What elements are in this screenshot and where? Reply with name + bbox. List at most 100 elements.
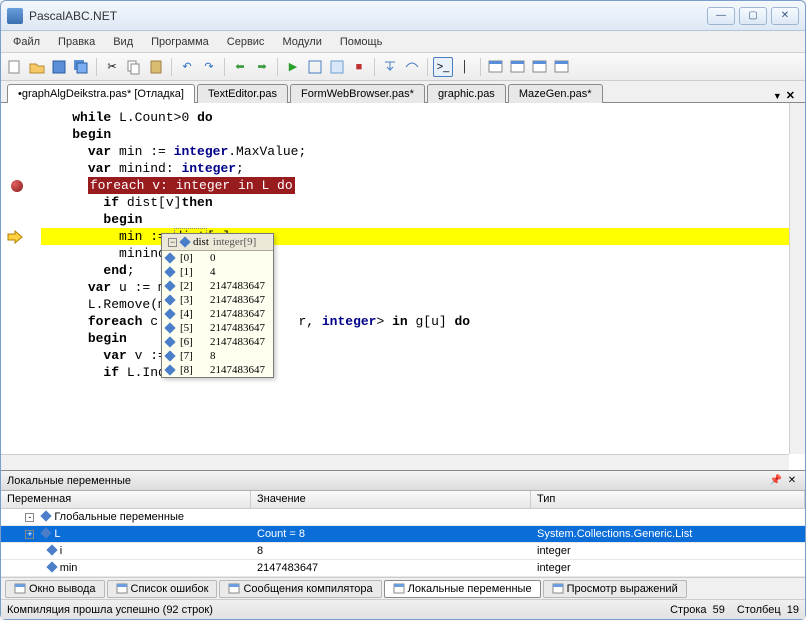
window-3-icon[interactable]	[530, 57, 550, 77]
grid-header: Переменная Значение Тип	[1, 491, 805, 509]
code-line[interactable]: min := dist[v];	[41, 228, 805, 245]
tooltip-row[interactable]: [6]2147483647	[162, 335, 273, 349]
code-line[interactable]: begin	[41, 126, 805, 143]
code-line[interactable]: end;	[41, 262, 805, 279]
code-line[interactable]: while L.Count>0 do	[41, 109, 805, 126]
tab-1[interactable]: TextEditor.pas	[197, 84, 288, 103]
code-line[interactable]: var u := mini	[41, 279, 805, 296]
tab-4[interactable]: MazeGen.pas*	[508, 84, 603, 103]
bottom-tabs: Окно выводаСписок ошибокСообщения компил…	[1, 577, 805, 599]
code-line[interactable]: L.Remove(mini	[41, 296, 805, 313]
undo-icon[interactable]: ↶	[177, 57, 197, 77]
col-type[interactable]: Тип	[531, 491, 805, 508]
expand-icon[interactable]: +	[25, 530, 34, 539]
code-editor[interactable]: while L.Count>0 do begin var min := inte…	[1, 103, 805, 470]
col-variable[interactable]: Переменная	[1, 491, 251, 508]
save-icon[interactable]	[49, 57, 69, 77]
tab-2[interactable]: FormWebBrowser.pas*	[290, 84, 425, 103]
tooltip-row[interactable]: [8]2147483647	[162, 363, 273, 377]
save-all-icon[interactable]	[71, 57, 91, 77]
code-line[interactable]: begin	[41, 211, 805, 228]
close-button[interactable]: ✕	[771, 7, 799, 25]
titlebar[interactable]: PascalABC.NET — ▢ ✕	[1, 1, 805, 31]
compile-icon[interactable]	[305, 57, 325, 77]
step-into-icon[interactable]	[380, 57, 400, 77]
locals-panel: Локальные переменные 📌 ✕ Переменная Знач…	[1, 470, 805, 577]
code-line[interactable]: var minind: integer;	[41, 160, 805, 177]
panel-title: Локальные переменные	[7, 475, 131, 487]
field-icon	[179, 236, 190, 247]
code-line[interactable]: var min := integer.MaxValue;	[41, 143, 805, 160]
bottom-tab-4[interactable]: Просмотр выражений	[543, 580, 687, 598]
menu-0[interactable]: Файл	[5, 33, 48, 51]
tooltip-row[interactable]: [0]0	[162, 251, 273, 265]
cut-icon[interactable]: ✂	[102, 57, 122, 77]
bottom-tab-1[interactable]: Список ошибок	[107, 580, 218, 598]
menu-1[interactable]: Правка	[50, 33, 103, 51]
tooltip-row[interactable]: [7]8	[162, 349, 273, 363]
window-2-icon[interactable]	[508, 57, 528, 77]
expand-icon[interactable]: -	[25, 513, 34, 522]
menu-6[interactable]: Помощь	[332, 33, 391, 51]
status-column: Столбец 19	[737, 604, 799, 616]
cursor-icon[interactable]: │	[455, 57, 475, 77]
tooltip-row[interactable]: [1]4	[162, 265, 273, 279]
open-icon[interactable]	[27, 57, 47, 77]
window-buttons: — ▢ ✕	[707, 7, 799, 25]
tooltip-row[interactable]: [2]2147483647	[162, 279, 273, 293]
code-line[interactable]: foreach c: Ke r, integer> in g[u] do	[41, 313, 805, 330]
nav-back-icon[interactable]: ⬅	[230, 57, 250, 77]
locals-row[interactable]: min2147483647integer	[1, 560, 805, 577]
code-line[interactable]: foreach v: integer in L do	[41, 177, 805, 194]
redo-icon[interactable]: ↷	[199, 57, 219, 77]
bottom-tab-3[interactable]: Локальные переменные	[384, 580, 541, 598]
code-line[interactable]: var v := c.	[41, 347, 805, 364]
bottom-tab-2[interactable]: Сообщения компилятора	[219, 580, 381, 598]
locals-row[interactable]: -Глобальные переменные	[1, 509, 805, 526]
menu-3[interactable]: Программа	[143, 33, 217, 51]
window-4-icon[interactable]	[552, 57, 572, 77]
tooltip-row[interactable]: [3]2147483647	[162, 293, 273, 307]
run-icon[interactable]: ▶	[283, 57, 303, 77]
bottom-tab-0[interactable]: Окно вывода	[5, 580, 105, 598]
build-icon[interactable]	[327, 57, 347, 77]
code-line[interactable]: if dist[v]then	[41, 194, 805, 211]
step-over-icon[interactable]	[402, 57, 422, 77]
maximize-button[interactable]: ▢	[739, 7, 767, 25]
menu-5[interactable]: Модули	[274, 33, 329, 51]
code-line[interactable]: minind	[41, 245, 805, 262]
pin-icon[interactable]: 📌	[769, 474, 783, 488]
tab-icon	[116, 583, 128, 595]
tab-3[interactable]: graphic.pas	[427, 84, 506, 103]
window-1-icon[interactable]	[486, 57, 506, 77]
terminal-icon[interactable]: >_	[433, 57, 453, 77]
menu-4[interactable]: Сервис	[219, 33, 273, 51]
minimize-button[interactable]: —	[707, 7, 735, 25]
status-line: Строка 59	[670, 604, 725, 616]
tab-close-icon[interactable]: ✕	[786, 89, 795, 102]
tooltip-row[interactable]: [4]2147483647	[162, 307, 273, 321]
col-value[interactable]: Значение	[251, 491, 531, 508]
horizontal-scrollbar[interactable]	[1, 454, 789, 470]
debug-tooltip[interactable]: − dist integer[9] [0]0[1]4[2]2147483647[…	[161, 233, 274, 378]
paste-icon[interactable]	[146, 57, 166, 77]
copy-icon[interactable]	[124, 57, 144, 77]
panel-close-icon[interactable]: ✕	[785, 474, 799, 488]
tooltip-row[interactable]: [5]2147483647	[162, 321, 273, 335]
app-window: PascalABC.NET — ▢ ✕ ФайлПравкаВидПрограм…	[0, 0, 806, 620]
tab-0[interactable]: •graphAlgDeikstra.pas* [Отладка]	[7, 84, 195, 103]
nav-fwd-icon[interactable]: ➡	[252, 57, 272, 77]
code-line[interactable]: if L.IndexO	[41, 364, 805, 381]
field-icon	[164, 336, 175, 347]
menu-2[interactable]: Вид	[105, 33, 141, 51]
vertical-scrollbar[interactable]	[789, 103, 805, 454]
collapse-icon[interactable]: −	[168, 238, 177, 247]
tooltip-var-type: integer[9]	[213, 236, 256, 248]
locals-row[interactable]: +LCount = 8System.Collections.Generic.Li…	[1, 526, 805, 543]
field-icon	[164, 364, 175, 375]
locals-row[interactable]: i8integer	[1, 543, 805, 560]
stop-icon[interactable]: ■	[349, 57, 369, 77]
tab-dropdown-icon[interactable]: ▼	[773, 91, 782, 101]
code-line[interactable]: begin	[41, 330, 805, 347]
new-file-icon[interactable]	[5, 57, 25, 77]
